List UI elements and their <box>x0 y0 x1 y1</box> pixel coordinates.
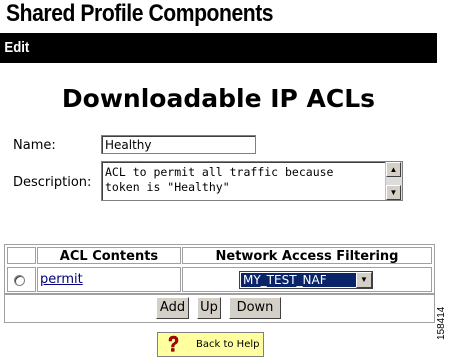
naf-dropdown[interactable]: MY_TEST_NAF ▼ <box>239 271 373 289</box>
description-text: ACL to permit all traffic because token i… <box>105 165 383 195</box>
figure-number: 158414 <box>436 306 447 340</box>
edit-bar: Edit <box>0 33 437 63</box>
table-header-select <box>7 247 36 264</box>
scroll-down-icon[interactable]: ▼ <box>386 185 401 200</box>
up-button[interactable]: Up <box>197 297 221 319</box>
description-scrollbar[interactable]: ▲ ▼ <box>385 162 402 200</box>
page-title: Downloadable IP ACLs <box>61 84 376 113</box>
edit-label: Edit <box>4 39 30 56</box>
name-field[interactable] <box>101 135 256 154</box>
question-mark-icon <box>168 335 179 352</box>
add-button[interactable]: Add <box>156 297 189 319</box>
description-line-1: ACL to permit all traffic because <box>105 165 334 179</box>
back-to-help-button[interactable]: Back to Help <box>157 332 264 357</box>
description-label: Description: <box>13 175 92 190</box>
down-button[interactable]: Down <box>229 297 281 319</box>
back-to-help-label: Back to Help <box>196 339 260 350</box>
naf-selected-value: MY_TEST_NAF <box>241 273 356 287</box>
table-header-acl-contents: ACL Contents <box>37 247 181 264</box>
row-radio-button[interactable] <box>14 275 25 286</box>
section-title: Shared Profile Components <box>6 0 274 27</box>
description-textarea[interactable]: ACL to permit all traffic because token i… <box>101 161 403 201</box>
scroll-up-icon[interactable]: ▲ <box>386 162 401 177</box>
name-label: Name: <box>13 138 56 153</box>
table-header-naf: Network Access Filtering <box>182 247 432 264</box>
acl-permit-link[interactable]: permit <box>40 272 83 287</box>
description-line-2: token is "Healthy" <box>105 180 230 194</box>
chevron-down-icon[interactable]: ▼ <box>356 272 372 288</box>
